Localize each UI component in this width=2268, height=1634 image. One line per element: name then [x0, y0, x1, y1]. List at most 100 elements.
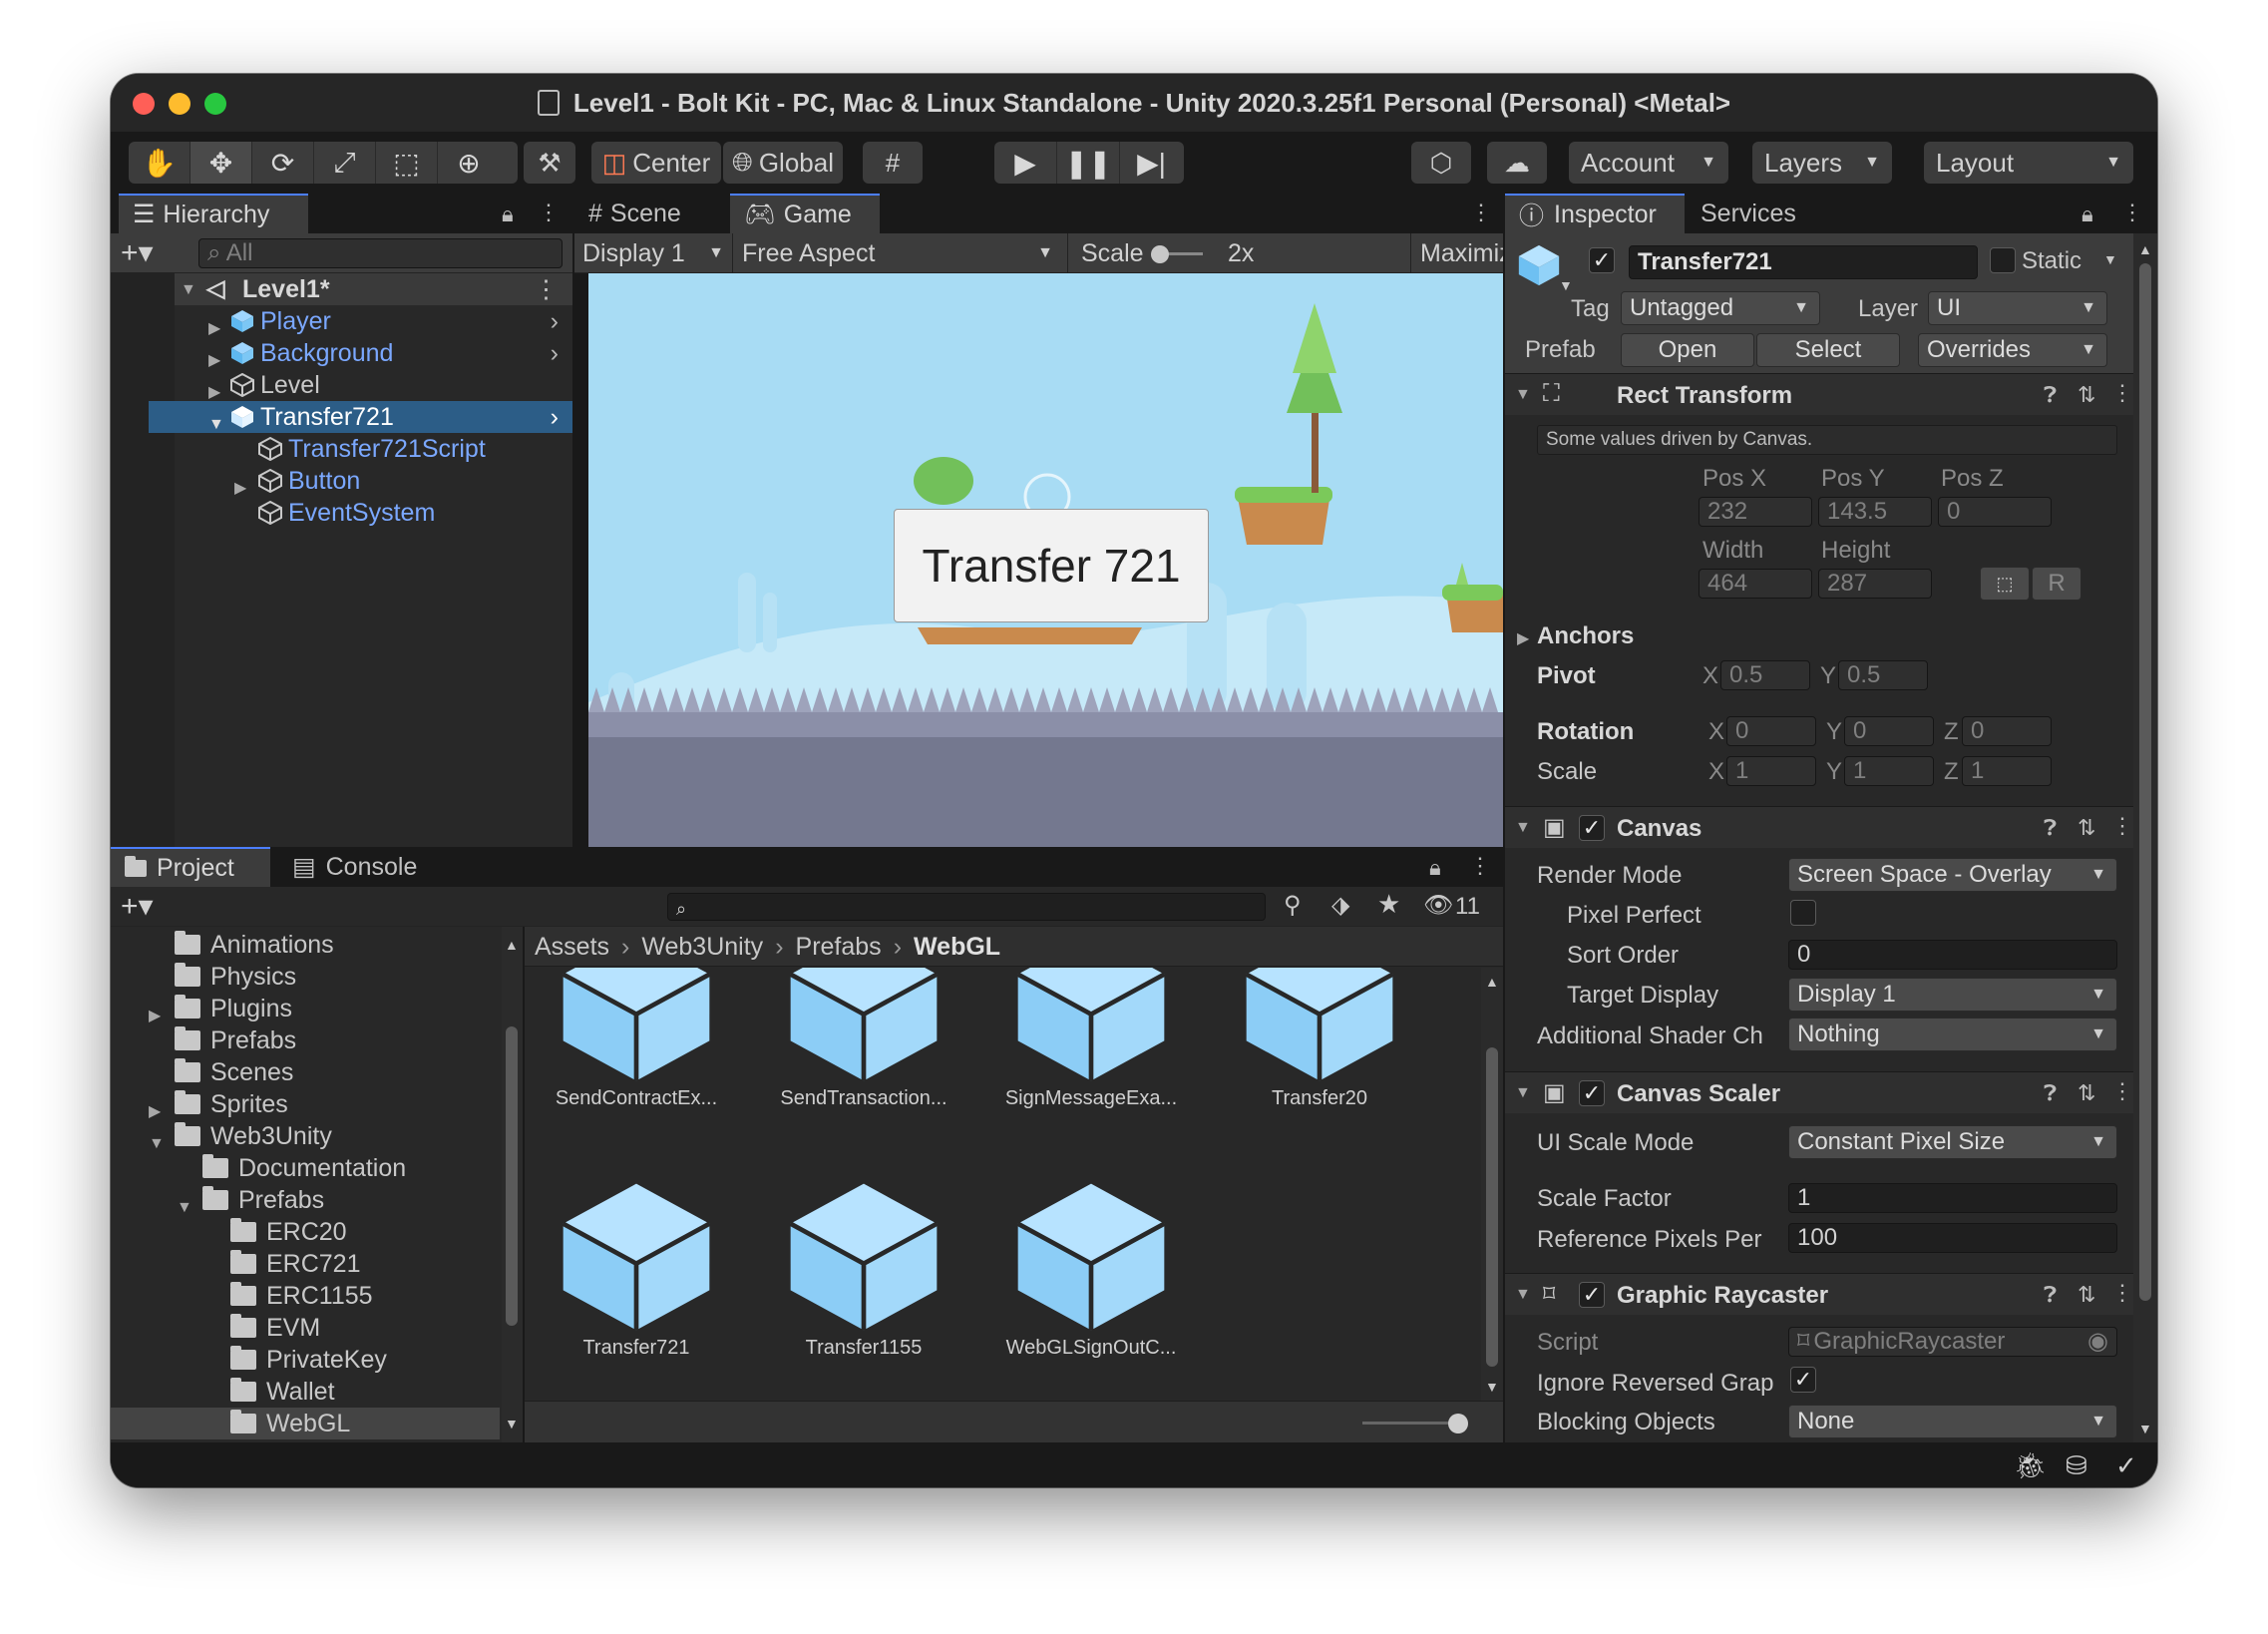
- tree-scrollbar[interactable]: ▲ ▼: [502, 927, 523, 1442]
- hierarchy-item-transfer721[interactable]: ▼ Transfer721 ›: [149, 401, 572, 433]
- display-dropdown[interactable]: Display 1 ▼: [582, 233, 732, 273]
- hand-tool-icon[interactable]: ✋: [129, 142, 190, 184]
- inspector-scrollbar[interactable]: ▲ ▼: [2133, 233, 2157, 1442]
- presets-icon[interactable]: ⇅: [2078, 1080, 2095, 1106]
- expand-arrow-icon[interactable]: ▶: [234, 473, 246, 505]
- scale-z-field[interactable]: 1: [1962, 756, 2052, 786]
- minimize-window-button[interactable]: [169, 93, 190, 115]
- lock-icon[interactable]: 🔒︎: [2081, 202, 2093, 227]
- transform-tool-icon[interactable]: ⊕: [438, 142, 500, 184]
- folder-animations[interactable]: Animations: [175, 929, 334, 961]
- transfer721-game-button[interactable]: Transfer 721: [894, 509, 1209, 622]
- object-picker-icon[interactable]: ◉: [2087, 1328, 2108, 1356]
- collapse-arrow-icon[interactable]: ▼: [1515, 1286, 1531, 1304]
- scroll-thumb[interactable]: [506, 1026, 518, 1326]
- tab-scene[interactable]: # Scene: [574, 194, 724, 233]
- asset-item[interactable]: WebGLSignOutC...: [991, 1177, 1191, 1360]
- chevron-right-icon[interactable]: ›: [551, 401, 559, 433]
- folder-sprites[interactable]: ▶ Sprites: [149, 1088, 288, 1120]
- expand-arrow-icon[interactable]: ▶: [149, 1001, 161, 1032]
- folder-evm[interactable]: EVM: [230, 1312, 320, 1344]
- hierarchy-search-input[interactable]: ⌕ All: [198, 238, 563, 268]
- scene-root-row[interactable]: ▼ ◁ Level1* ⋮: [175, 273, 572, 305]
- scale-x-field[interactable]: 1: [1726, 756, 1816, 786]
- ref-pixels-field[interactable]: 100: [1788, 1223, 2117, 1253]
- tab-inspector[interactable]: ⓘ Inspector: [1505, 194, 1685, 233]
- maximize-on-play-toggle[interactable]: Maximize On Play: [1420, 233, 1503, 273]
- add-icon[interactable]: +▾: [121, 889, 154, 924]
- breadcrumb-web3unity[interactable]: Web3Unity: [641, 933, 763, 961]
- ignore-reversed-checkbox[interactable]: ✓: [1790, 1367, 1816, 1393]
- layout-dropdown[interactable]: Layout ▼: [1924, 142, 2133, 184]
- hierarchy-item-background[interactable]: ▶ Background ›: [208, 337, 572, 369]
- tab-game[interactable]: 🎮︎ Game: [730, 194, 880, 233]
- zoom-window-button[interactable]: [204, 93, 226, 115]
- canvas-scaler-header[interactable]: ▼ ▣ ✓ Canvas Scaler ❓︎ ⇅ ⋮: [1505, 1071, 2133, 1113]
- move-tool-icon[interactable]: ✥: [190, 142, 252, 184]
- scroll-up-icon[interactable]: ▲: [2138, 241, 2152, 257]
- presets-icon[interactable]: ⇅: [2078, 1282, 2095, 1308]
- width-field[interactable]: 464: [1699, 569, 1812, 599]
- aspect-dropdown[interactable]: Free Aspect ▼: [742, 233, 1061, 273]
- hidden-eye-icon[interactable]: 👁︎: [1423, 891, 1453, 920]
- blueprint-mode-button[interactable]: ⬚: [1980, 567, 2030, 601]
- more-menu-icon[interactable]: ⋮: [1470, 200, 1492, 225]
- folder-privatekey[interactable]: PrivateKey: [230, 1344, 387, 1376]
- close-window-button[interactable]: [133, 93, 155, 115]
- asset-item[interactable]: SignMessageExa...: [991, 968, 1191, 1110]
- account-dropdown[interactable]: Account ▼: [1569, 142, 1728, 184]
- icon-size-slider-track[interactable]: [1362, 1422, 1462, 1425]
- presets-icon[interactable]: ⇅: [2078, 815, 2095, 841]
- folder-documentation[interactable]: Documentation: [202, 1152, 406, 1184]
- collab-icon[interactable]: ⬡: [1411, 142, 1471, 184]
- pivot-x-field[interactable]: 0.5: [1720, 660, 1810, 690]
- lock-icon[interactable]: 🔒︎: [1429, 855, 1441, 881]
- grid-snap-icon[interactable]: #: [863, 142, 923, 184]
- favorite-star-icon[interactable]: ★: [1377, 889, 1400, 920]
- chevron-down-icon[interactable]: ▼: [1559, 277, 1573, 293]
- more-menu-icon[interactable]: ⋮: [2111, 813, 2133, 839]
- tab-hierarchy[interactable]: ☰ Hierarchy: [119, 194, 308, 233]
- folder-web3unity-prefabs[interactable]: ▼ Prefabs: [177, 1184, 324, 1216]
- more-menu-icon[interactable]: ⋮: [1469, 853, 1491, 879]
- prefab-open-button[interactable]: Open: [1621, 333, 1754, 367]
- scale-factor-field[interactable]: 1: [1788, 1183, 2117, 1213]
- pixel-perfect-checkbox[interactable]: [1790, 900, 1816, 926]
- collapse-arrow-icon[interactable]: ▼: [208, 409, 224, 441]
- help-icon[interactable]: ❓︎: [2044, 1282, 2057, 1308]
- folder-scenes[interactable]: Scenes: [175, 1056, 293, 1088]
- canvas-enabled-checkbox[interactable]: ✓: [1579, 815, 1605, 841]
- static-checkbox[interactable]: [1990, 247, 2016, 273]
- tab-services[interactable]: Services: [1687, 194, 1846, 233]
- hierarchy-item-player[interactable]: ▶ Player ›: [208, 305, 572, 337]
- layer-dropdown[interactable]: UI ▼: [1928, 291, 2107, 325]
- scroll-down-icon[interactable]: ▼: [1485, 1379, 1499, 1395]
- object-name-field[interactable]: Transfer721: [1629, 245, 1978, 279]
- play-icon[interactable]: ▶: [994, 142, 1057, 184]
- shader-channels-dropdown[interactable]: Nothing ▼: [1788, 1018, 2117, 1051]
- height-field[interactable]: 287: [1818, 569, 1932, 599]
- prefab-select-button[interactable]: Select: [1756, 333, 1900, 367]
- scroll-down-icon[interactable]: ▼: [2138, 1421, 2152, 1436]
- help-icon[interactable]: ❓︎: [2044, 1080, 2057, 1106]
- ui-scale-mode-dropdown[interactable]: Constant Pixel Size ▼: [1788, 1125, 2117, 1159]
- label-tag-icon[interactable]: ⬗: [1331, 891, 1349, 920]
- help-icon[interactable]: ❓︎: [2044, 382, 2057, 408]
- raycaster-enabled-checkbox[interactable]: ✓: [1579, 1282, 1605, 1308]
- canvas-scaler-enabled-checkbox[interactable]: ✓: [1579, 1080, 1605, 1106]
- pivot-global-button[interactable]: 🌐︎ Global: [723, 142, 843, 184]
- asset-item[interactable]: Transfer721: [537, 1177, 736, 1360]
- scale-tool-icon[interactable]: ⤢: [314, 142, 376, 184]
- folder-physics[interactable]: Physics: [175, 961, 296, 993]
- tab-console[interactable]: ▤ Console: [278, 847, 438, 887]
- pivot-center-button[interactable]: ◫ Center: [591, 142, 721, 184]
- scroll-up-icon[interactable]: ▲: [505, 937, 519, 953]
- folder-webgl[interactable]: WebGL: [111, 1408, 500, 1439]
- folder-prefabs[interactable]: Prefabs: [175, 1024, 296, 1056]
- active-checkbox[interactable]: ✓: [1589, 247, 1615, 273]
- hierarchy-item-transfer721script[interactable]: Transfer721Script: [258, 433, 486, 465]
- blocking-objects-dropdown[interactable]: None ▼: [1788, 1405, 2117, 1438]
- expand-arrow-icon[interactable]: ▶: [1517, 628, 1529, 648]
- more-menu-icon[interactable]: ⋮: [2111, 380, 2133, 406]
- rotation-z-field[interactable]: 0: [1962, 716, 2052, 746]
